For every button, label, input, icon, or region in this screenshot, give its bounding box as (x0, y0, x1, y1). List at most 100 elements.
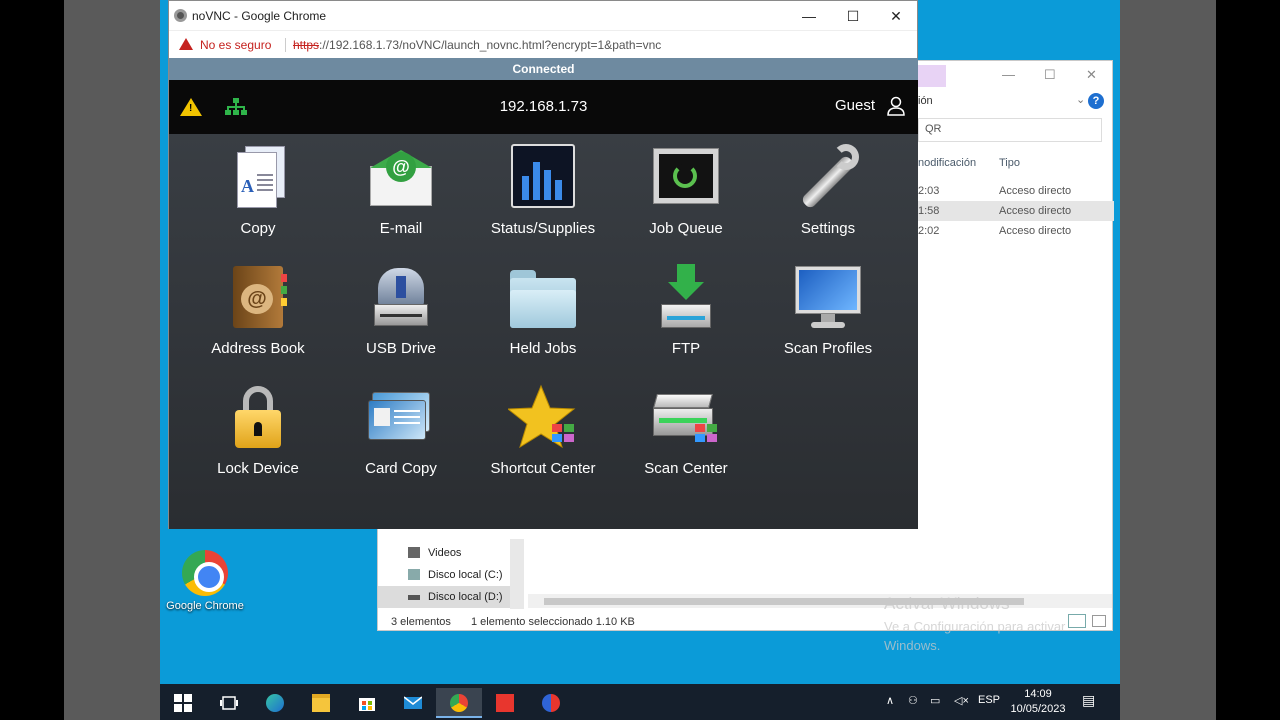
app-label: USB Drive (365, 340, 436, 357)
app-status-supplies[interactable]: Status/Supplies (478, 144, 608, 254)
app-job-queue[interactable]: Job Queue (621, 144, 751, 254)
card-copy-icon (366, 384, 436, 454)
notification-icon[interactable]: ▤ (1082, 692, 1095, 709)
app-label: Settings (800, 220, 856, 237)
tray-volume-icon[interactable]: ◁× (954, 694, 969, 707)
app-label: Job Queue (649, 220, 723, 237)
mail-icon (404, 696, 422, 709)
search-fragment: QR (925, 123, 942, 135)
taskbar-edge[interactable] (252, 688, 298, 718)
explorer-tab-accent (918, 65, 946, 87)
maximize-button[interactable]: ☐ (833, 4, 873, 28)
taskbar-store[interactable] (344, 688, 390, 718)
user-label[interactable]: Guest (835, 97, 875, 114)
app-settings[interactable]: Settings (763, 144, 893, 254)
drive-icon (408, 595, 420, 600)
folder-icon (312, 694, 330, 712)
taskbar-app[interactable] (528, 688, 574, 718)
clock-time: 14:09 (1024, 688, 1052, 700)
desktop: — ☐ ✕ ión ⌄ ? QR nodificación Tipo 2:03 … (160, 0, 1120, 684)
chrome-titlebar[interactable]: noVNC - Google Chrome — ☐ ✕ (169, 1, 917, 30)
app-held-jobs[interactable]: Held Jobs (478, 264, 608, 374)
taskbar-chrome[interactable] (436, 688, 482, 718)
file-row[interactable]: 2:02 Acceso directo (918, 221, 1114, 241)
taskbar-anydesk[interactable] (482, 688, 528, 718)
task-view-button[interactable] (206, 688, 252, 718)
app-usb-drive[interactable]: USB Drive (336, 264, 466, 374)
app-email[interactable]: @ E-mail (336, 144, 466, 254)
connection-status-bar: Connected (169, 58, 918, 80)
explorer-maximize-button[interactable]: ☐ (1044, 67, 1056, 83)
nav-item-disk-c[interactable]: Disco local (C:) (378, 564, 510, 586)
desktop-chrome-shortcut[interactable]: Google Chrome (160, 550, 250, 620)
input-language[interactable]: ESP (978, 694, 1000, 706)
app-shortcut-center[interactable]: Shortcut Center (478, 384, 608, 494)
tray-display-icon[interactable]: ▭ (930, 694, 940, 707)
app-label: Address Book (211, 340, 305, 357)
drive-icon (408, 569, 420, 580)
nav-scrollbar[interactable] (510, 539, 524, 609)
address-bar[interactable]: No es seguro https://192.168.1.73/noVNC/… (169, 30, 917, 58)
chrome-window[interactable]: noVNC - Google Chrome — ☐ ✕ No es seguro… (168, 0, 918, 529)
explorer-minimize-button[interactable]: — (1002, 67, 1015, 82)
chrome-logo-icon (174, 9, 187, 22)
app-label: Status/Supplies (490, 220, 596, 237)
app-label: Scan Profiles (783, 340, 873, 357)
app-scan-profiles[interactable]: Scan Profiles (763, 264, 893, 374)
url-path: ://192.168.1.73/noVNC/launch_novnc.html?… (319, 38, 662, 52)
not-secure-label[interactable]: No es seguro (200, 38, 271, 52)
desktop-shortcut-label: Google Chrome (166, 600, 244, 612)
start-button[interactable] (160, 688, 206, 718)
activate-windows-subtitle: Ve a Configuración para activar Windows. (884, 619, 1066, 653)
status-selected: 1 elemento seleccionado 1.10 KB (471, 616, 635, 628)
video-folder-icon (408, 547, 420, 558)
minimize-button[interactable]: — (789, 4, 829, 28)
divider (285, 38, 286, 52)
clock-date: 10/05/2023 (1010, 703, 1066, 715)
file-modified: 2:03 (918, 185, 940, 197)
column-header-modified[interactable]: nodificación (918, 157, 976, 169)
user-icon[interactable] (887, 96, 905, 116)
app-ftp[interactable]: FTP (621, 264, 751, 374)
chevron-down-icon[interactable]: ⌄ (1076, 93, 1085, 106)
nav-item-videos[interactable]: Videos (378, 542, 510, 564)
file-type: Acceso directo (999, 185, 1072, 197)
held-jobs-icon (508, 264, 578, 334)
nav-label: Videos (428, 547, 462, 559)
nav-item-disk-d[interactable]: Disco local (D:) (378, 586, 510, 608)
copy-icon: A (223, 144, 293, 214)
left-black-border (0, 0, 64, 720)
ftp-icon (651, 264, 721, 334)
file-row[interactable]: 1:58 Acceso directo (918, 201, 1114, 221)
app-card-copy[interactable]: Card Copy (336, 384, 466, 494)
file-modified: 1:58 (918, 205, 940, 217)
app-label: E-mail (379, 220, 423, 237)
app-lock-device[interactable]: Lock Device (193, 384, 323, 494)
app-scan-center[interactable]: Scan Center (621, 384, 751, 494)
windows-logo-icon (174, 694, 192, 712)
taskbar-file-explorer[interactable] (298, 688, 344, 718)
column-header-type[interactable]: Tipo (999, 157, 1020, 169)
url-text[interactable]: https://192.168.1.73/noVNC/launch_novnc.… (293, 38, 661, 52)
task-view-icon (220, 696, 238, 710)
tray-chevron-up-icon[interactable]: ∧ (886, 694, 894, 707)
file-row[interactable]: 2:03 Acceso directo (918, 181, 1114, 201)
app-label: FTP (671, 340, 701, 357)
app-address-book[interactable]: @ Address Book (193, 264, 323, 374)
app-copy[interactable]: A Copy (193, 144, 323, 254)
horizontal-scrollbar[interactable] (528, 594, 1112, 608)
taskbar-mail[interactable] (390, 688, 436, 718)
ribbon-fragment: ión (918, 95, 933, 107)
vnc-viewport[interactable]: Connected ! 192.168.1.73 Guest A Copy @ … (169, 58, 918, 529)
close-button[interactable]: ✕ (876, 4, 916, 28)
left-gray-border (64, 0, 160, 720)
printer-top-bar: ! 192.168.1.73 Guest (169, 80, 918, 134)
tray-network-icon[interactable]: ⚇ (908, 694, 918, 707)
explorer-close-button[interactable]: ✕ (1086, 67, 1097, 83)
activate-windows-title: Activar Windows (884, 594, 1010, 613)
app-label: Shortcut Center (490, 460, 596, 477)
explorer-search-input[interactable]: QR (918, 118, 1102, 142)
help-icon[interactable]: ? (1088, 93, 1104, 109)
taskbar-clock[interactable]: 14:09 10/05/2023 (1008, 687, 1068, 717)
url-scheme: https (293, 38, 320, 52)
